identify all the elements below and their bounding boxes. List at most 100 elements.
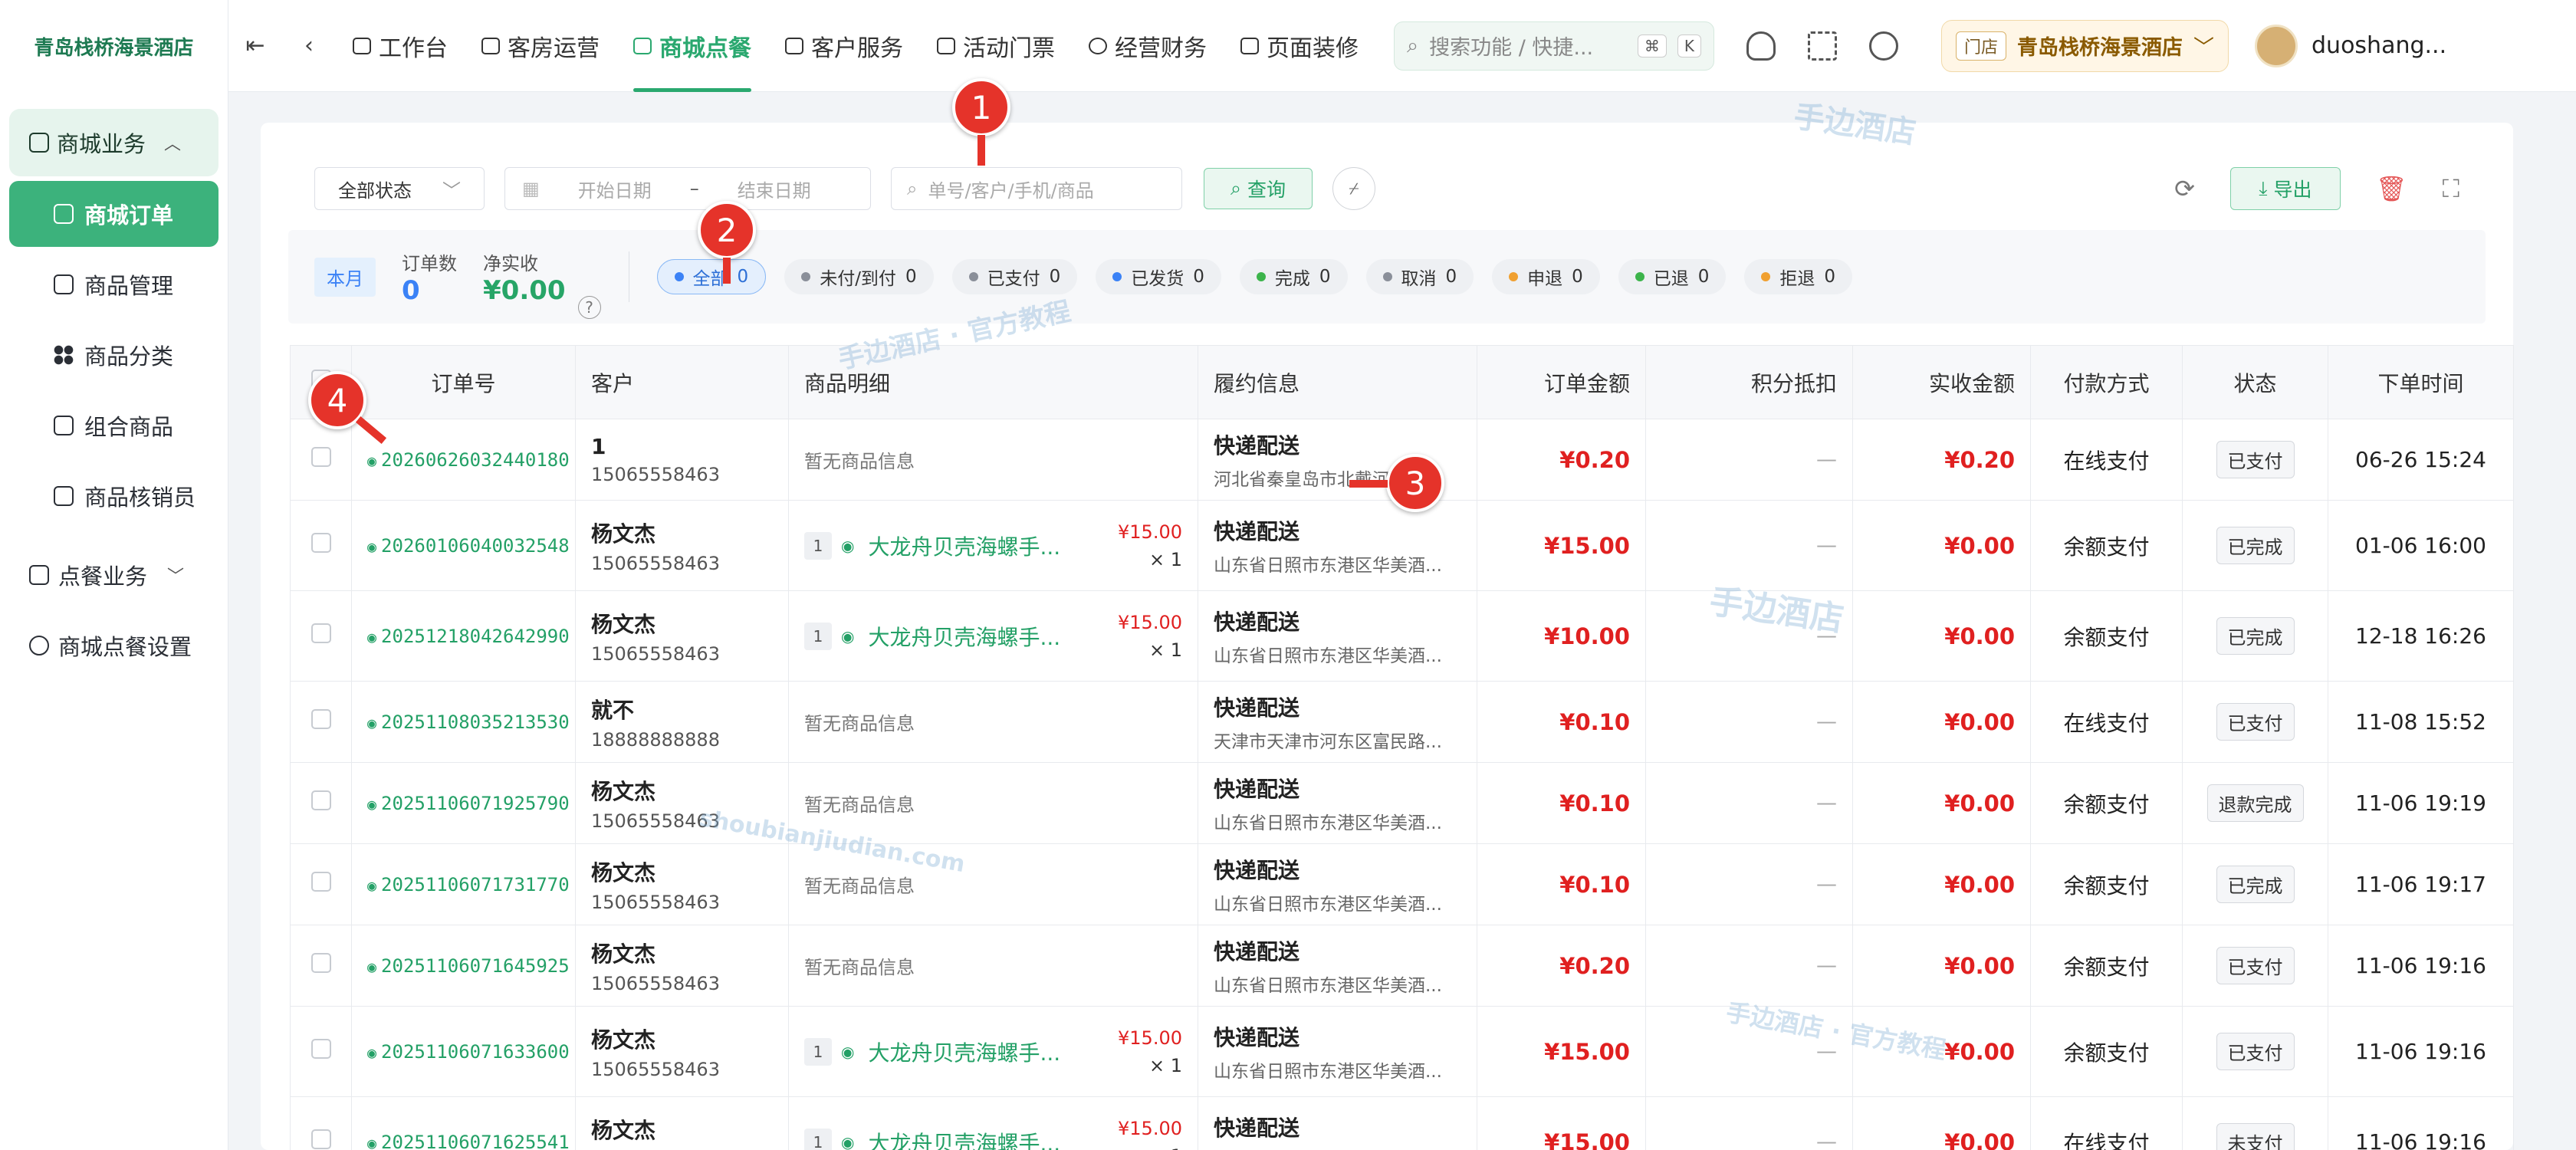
sidebar-item-verifiers[interactable]: 商品核销员 bbox=[9, 463, 219, 529]
table-row[interactable]: ◉ 20251218042642990 杨文杰 15065558463 1 ◉ 大龙舟贝壳海… bbox=[290, 590, 2514, 682]
product-item[interactable]: 1 ◉ 大龙舟贝壳海螺手... ¥15.00 × 1 bbox=[804, 518, 1182, 573]
table-row[interactable]: ◉ 20251108035213530 就不 18888888888 暂无商品信息 快递配… bbox=[290, 681, 2514, 763]
customer-name: 杨文杰 bbox=[591, 1117, 656, 1143]
order-number[interactable]: ◉ 20251106071645925 bbox=[351, 925, 576, 1007]
item-name[interactable]: 大龙舟贝壳海螺手... bbox=[868, 531, 1109, 561]
status-badge: 已支付 bbox=[2216, 703, 2295, 741]
order-number[interactable]: ◉ 20251106071633600 bbox=[351, 1006, 576, 1097]
status-chip[interactable]: 已发货 0 bbox=[1096, 259, 1221, 294]
query-button[interactable]: ⌕ 查询 bbox=[1204, 168, 1313, 209]
item-name[interactable]: 大龙舟贝壳海螺手... bbox=[868, 1127, 1109, 1150]
refresh-icon[interactable] bbox=[1869, 31, 1898, 61]
tab-finance[interactable]: 经营财务 bbox=[1072, 0, 1224, 92]
clear-filter-button[interactable]: ⌿ bbox=[1332, 167, 1375, 210]
table-row[interactable]: ◉ 20251106071731770 杨文杰 15065558463 暂无商品信息 快递… bbox=[290, 843, 2514, 925]
status-chip[interactable]: 全部 0 bbox=[656, 259, 767, 294]
chip-label: 已发货 bbox=[1131, 269, 1184, 289]
table-row[interactable]: ◉20251106071625541杨文杰150655584631◉大龙舟贝壳海… bbox=[290, 1096, 2514, 1150]
order-number[interactable]: ◉ 20251108035213530 bbox=[351, 681, 576, 763]
sidebar-group-dining[interactable]: 点餐业务 ﹀ bbox=[9, 540, 219, 610]
item-name[interactable]: 大龙舟贝壳海螺手... bbox=[868, 1037, 1109, 1067]
tab-page-design[interactable]: 页面装修 bbox=[1224, 0, 1375, 92]
order-number[interactable]: ◉ 20251106071625541 bbox=[351, 1096, 576, 1150]
product-item[interactable]: 1 ◉ 大龙舟贝壳海螺手... ¥15.00 × 1 bbox=[804, 609, 1182, 664]
checkbox[interactable] bbox=[310, 1039, 331, 1059]
table-row[interactable]: ◉ 20251106071925790 杨文杰 15065558463 暂无商品信息 快递… bbox=[290, 762, 2514, 844]
store-switcher[interactable]: 门店 青岛栈桥海景酒店 ﹀ bbox=[1941, 19, 2229, 72]
checkbox[interactable] bbox=[310, 953, 331, 973]
checkbox[interactable] bbox=[310, 533, 331, 553]
order-number[interactable]: ◉ 20251218042642990 bbox=[351, 590, 576, 682]
sidebar-item-mall-orders[interactable]: 商城订单 bbox=[9, 181, 219, 247]
keyword-placeholder: 单号/客户/手机/商品 bbox=[928, 179, 1094, 202]
product-item[interactable]: 1 ◉ 大龙舟贝壳海螺手... ¥15.00 × 1 bbox=[804, 1024, 1182, 1079]
fullscreen-icon[interactable] bbox=[1808, 31, 1837, 61]
tab-workbench[interactable]: 工作台 bbox=[336, 0, 465, 92]
sidebar-group-label: 商城业务 bbox=[57, 131, 146, 157]
user-menu[interactable]: duoshang... bbox=[2255, 24, 2446, 67]
status-chip[interactable]: 已支付 0 bbox=[951, 259, 1078, 294]
item-name[interactable]: 大龙舟贝壳海螺手... bbox=[868, 621, 1109, 652]
status-badge: 退款完成 bbox=[2206, 784, 2304, 822]
tab-rooms[interactable]: 客房运营 bbox=[465, 0, 616, 92]
refresh-icon[interactable]: ⟳ bbox=[2174, 174, 2195, 203]
item-qty: 1 bbox=[804, 622, 832, 650]
paid-amount: ¥0.20 bbox=[1852, 419, 2031, 501]
status-chip[interactable]: 申退 0 bbox=[1492, 259, 1600, 294]
eye-icon: ◉ bbox=[367, 794, 377, 813]
tab-mall-dining[interactable]: 商城点餐 bbox=[616, 0, 768, 92]
order-number[interactable]: ◉ 20260626032440180 bbox=[351, 419, 576, 501]
status-select[interactable]: 全部状态 ﹀ bbox=[314, 167, 485, 210]
fulfillment-mode: 快递配送 bbox=[1214, 776, 1300, 802]
trash-icon[interactable]: 🗑 bbox=[2376, 174, 2407, 203]
tab-customer-service[interactable]: 客户服务 bbox=[768, 0, 920, 92]
checkbox[interactable] bbox=[310, 872, 331, 892]
back-icon[interactable]: ‹ bbox=[282, 32, 336, 59]
collapse-menu-icon[interactable]: ⇤ bbox=[228, 32, 282, 59]
sidebar-group-mall[interactable]: 商城业务 ︿ bbox=[9, 109, 219, 176]
table-row[interactable]: ◉ 20260106040032548 杨文杰 15065558463 1 ◉ 大龙舟贝壳海… bbox=[290, 500, 2514, 591]
status-dot bbox=[1509, 272, 1519, 281]
table-row[interactable]: ◉ 20251106071645925 杨文杰 15065558463 暂无商品信息 快递… bbox=[290, 925, 2514, 1007]
points-deduction: — bbox=[1645, 925, 1853, 1007]
sidebar-item-categories[interactable]: 商品分类 bbox=[9, 322, 219, 388]
order-time: 01-06 16:00 bbox=[2328, 500, 2514, 591]
tab-tickets[interactable]: 活动门票 bbox=[920, 0, 1072, 92]
global-search[interactable]: ⌕ 搜索功能 / 快捷... ⌘ K bbox=[1394, 21, 1714, 71]
status-dot bbox=[968, 272, 978, 281]
sidebar-item-products[interactable]: 商品管理 bbox=[9, 251, 219, 317]
col-header: 订单金额 bbox=[1477, 345, 1646, 419]
status-chip[interactable]: 拒退 0 bbox=[1744, 259, 1853, 294]
checkbox[interactable] bbox=[310, 709, 331, 729]
status-chip[interactable]: 取消 0 bbox=[1365, 259, 1474, 294]
product-item[interactable]: 1 ◉ 大龙舟贝壳海螺手... ¥15.00 × 1 bbox=[804, 1115, 1182, 1150]
order-number[interactable]: ◉ 20251106071925790 bbox=[351, 762, 576, 844]
eye-icon: ◉ bbox=[841, 536, 855, 555]
checkbox[interactable] bbox=[310, 447, 331, 467]
sidebar-item-bundles[interactable]: 组合商品 bbox=[9, 393, 219, 458]
chip-label: 完成 bbox=[1274, 269, 1310, 289]
keyword-input[interactable]: ⌕ 单号/客户/手机/商品 bbox=[891, 167, 1182, 210]
paid-amount: ¥0.00 bbox=[1852, 590, 2031, 682]
date-range-picker[interactable]: ▦ 开始日期 – 结束日期 bbox=[504, 167, 871, 210]
chip-label: 取消 bbox=[1401, 269, 1437, 289]
table-row[interactable]: ◉ 20251106071633600 杨文杰 15065558463 1 ◉ 大龙舟贝壳海… bbox=[290, 1006, 2514, 1097]
export-button[interactable]: ⤓ 导出 bbox=[2229, 167, 2341, 210]
status-chip[interactable]: 完成 0 bbox=[1239, 259, 1348, 294]
customer-phone: 15065558463 bbox=[591, 891, 720, 913]
help-icon[interactable]: ? bbox=[577, 296, 601, 319]
status-chip[interactable]: 已退 0 bbox=[1618, 259, 1727, 294]
bell-icon[interactable] bbox=[1746, 31, 1776, 61]
paid-amount: ¥0.00 bbox=[1852, 925, 2031, 1007]
status-badge: 已完成 bbox=[2216, 527, 2295, 564]
order-number[interactable]: ◉ 20251106071731770 bbox=[351, 843, 576, 925]
status-chip[interactable]: 未付/到付 0 bbox=[784, 259, 934, 294]
checkbox[interactable] bbox=[310, 790, 331, 810]
points-deduction: — bbox=[1645, 500, 1853, 591]
fullscreen-icon[interactable]: ⛶ bbox=[2443, 174, 2459, 204]
checkbox[interactable] bbox=[310, 1129, 331, 1149]
order-time: 11-06 19:16 bbox=[2328, 1006, 2514, 1097]
checkbox[interactable] bbox=[310, 623, 331, 643]
sidebar-item-settings[interactable]: 商城点餐设置 bbox=[9, 610, 219, 681]
order-number[interactable]: ◉ 20260106040032548 bbox=[351, 500, 576, 591]
